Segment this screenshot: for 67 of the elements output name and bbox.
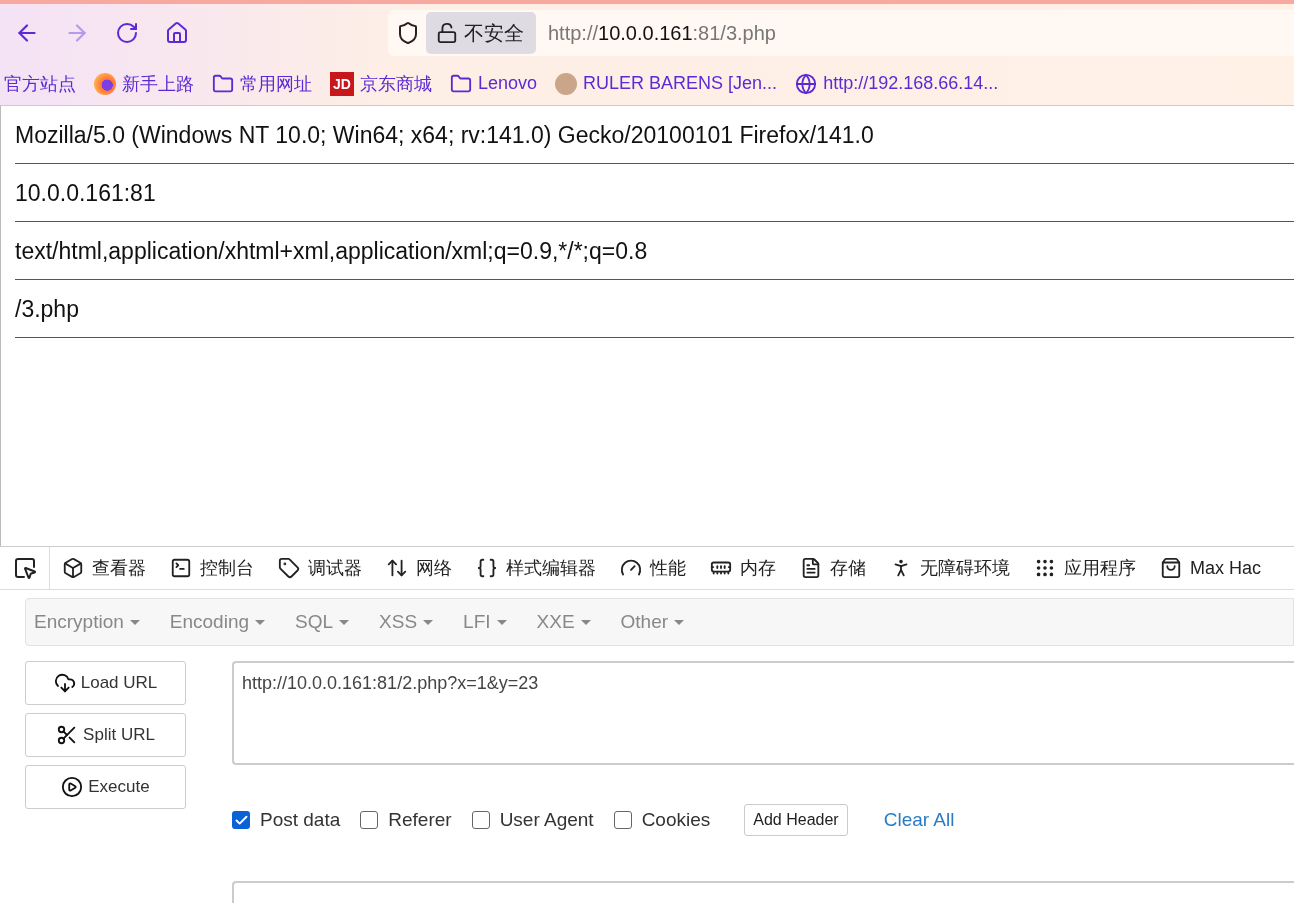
devtools-tab[interactable]: 调试器 (266, 547, 374, 589)
grid-icon (1034, 557, 1056, 579)
hackbar-button[interactable]: Load URL (25, 661, 186, 705)
devtools-tab[interactable]: 内存 (698, 547, 788, 589)
cursor-icon (12, 556, 37, 580)
body-input-field[interactable] (232, 881, 1294, 903)
cloud-download-icon (53, 672, 76, 694)
checkbox[interactable] (232, 811, 250, 829)
devtools-tab[interactable]: 应用程序 (1022, 547, 1148, 589)
devtools-tab[interactable]: 无障碍环境 (878, 547, 1022, 589)
hackbar-button[interactable]: Execute (25, 765, 186, 809)
arrows-icon (386, 557, 408, 579)
checkbox[interactable] (360, 811, 379, 829)
braces-icon (476, 557, 498, 579)
page-text-line: Mozilla/5.0 (Windows NT 10.0; Win64; x64; rv:141.0) Gecko/20100101 Firefox/141.0 (15, 106, 1294, 164)
tag-icon (278, 557, 300, 579)
caret-icon (423, 619, 434, 625)
url-input-field[interactable]: http://10.0.0.161:81/2.php?x=1&y=23 (232, 661, 1294, 765)
url-text: http://10.0.0.161:81/3.php (548, 21, 776, 45)
checkbox[interactable] (471, 811, 490, 829)
security-indicator[interactable]: 不安全 (426, 12, 536, 54)
bookmark-link[interactable]: RULER BARENS [Jen... (583, 73, 778, 94)
bookmark-link[interactable]: http://192.168.66.14... (823, 73, 999, 94)
play-icon (61, 776, 84, 798)
devtools-tab[interactable]: 查看器 (50, 547, 158, 589)
checkbox-label: Post data (260, 809, 341, 831)
bookmark-link[interactable]: 新手上路 (122, 71, 194, 96)
bookmark-link[interactable]: 官方站点 (4, 71, 76, 96)
bag-icon (1160, 557, 1182, 579)
devtools-tab[interactable]: 网络 (374, 547, 464, 589)
page-text-line: /3.php (15, 280, 1294, 338)
avatar-icon (555, 72, 578, 95)
box-icon (62, 557, 84, 579)
checkbox-label: Cookies (641, 809, 711, 831)
browser-logo-icon (94, 72, 116, 95)
clear-all-link[interactable]: Clear All (883, 809, 955, 831)
home-icon (165, 21, 189, 45)
caret-icon (255, 619, 265, 625)
shop-logo: JD (330, 71, 354, 96)
bookmark-link[interactable]: Lenovo (478, 73, 538, 94)
add-header-button[interactable]: Add Header (744, 804, 848, 836)
folder-icon (450, 72, 472, 95)
checkbox[interactable] (613, 811, 632, 829)
caret-icon (580, 619, 591, 625)
devtools-tab[interactable]: Max Hac (1148, 547, 1273, 589)
bookmark-link[interactable]: 京东商城 (360, 71, 432, 96)
checkbox-label: Referer (388, 809, 452, 831)
caret-icon (129, 619, 140, 625)
page-text-line: text/html,application/xhtml+xml,application/xml;q=0.9,*/*;q=0.8 (15, 222, 1294, 280)
caret-icon (674, 619, 685, 625)
devtools-tab[interactable]: 控制台 (158, 547, 266, 589)
bookmark-link[interactable]: 常用网址 (240, 71, 312, 96)
devtools-tab[interactable]: 性能 (608, 547, 698, 589)
reload-icon (115, 21, 139, 45)
document-icon (800, 557, 822, 579)
page-text-line: 10.0.0.161:81 (15, 164, 1294, 222)
terminal-icon (170, 557, 192, 579)
folder-icon (212, 72, 234, 95)
shield-icon[interactable] (396, 21, 420, 45)
address-bar[interactable]: 不安全 http://10.0.0.161:81/3.php (388, 10, 1294, 56)
caret-icon (496, 619, 507, 625)
globe-icon (795, 72, 818, 95)
caret-icon (339, 619, 350, 625)
checkbox-label: User Agent (499, 809, 594, 831)
devtools-tab[interactable]: 样式编辑器 (464, 547, 608, 589)
hackbar-button[interactable]: Split URL (25, 713, 186, 757)
devtools-tab[interactable]: 存储 (788, 547, 878, 589)
